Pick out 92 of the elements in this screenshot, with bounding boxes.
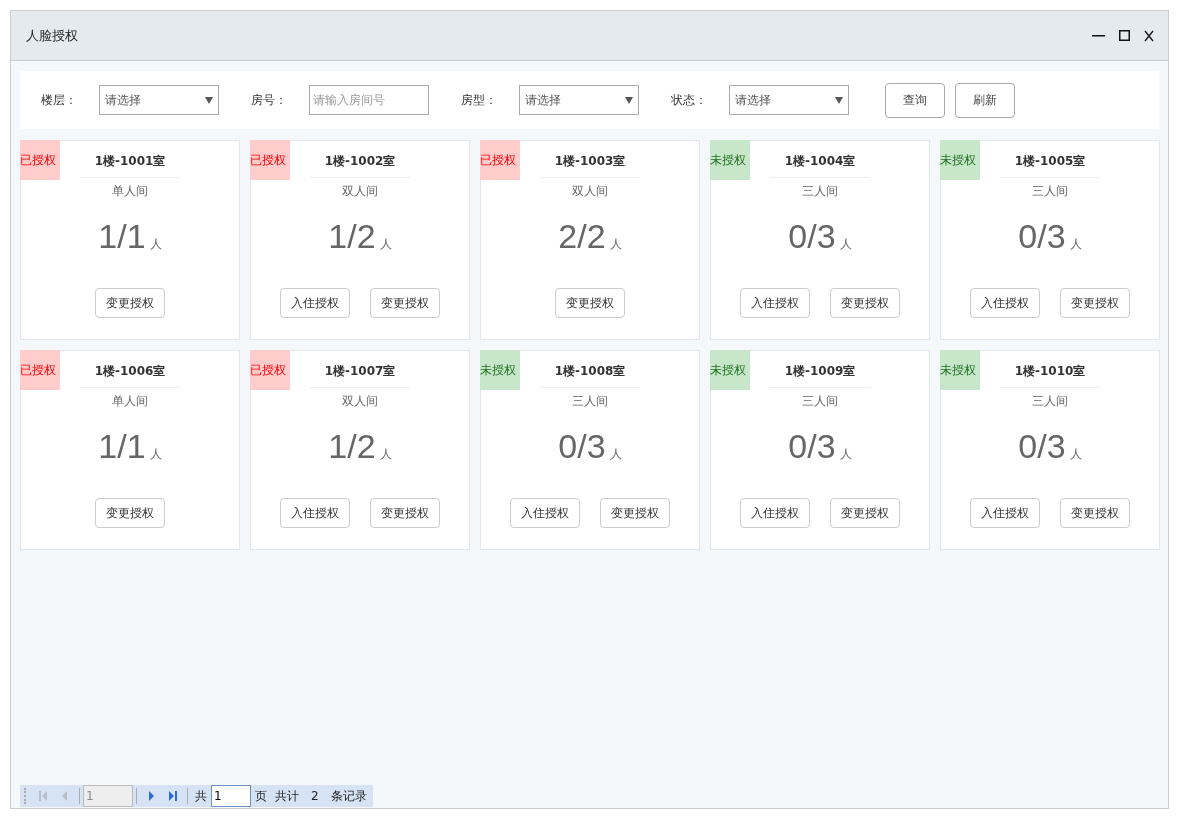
authorize-button[interactable]: 入住授权 (510, 498, 580, 528)
caret-icon (205, 96, 213, 104)
window-title: 人脸授权 (26, 26, 79, 45)
occupancy-count: 0/3 (1018, 217, 1066, 256)
filter-label: 房号： (251, 91, 288, 109)
filter-label: 楼层： (41, 91, 78, 109)
filter-label: 房型： (461, 91, 498, 109)
status-tag: 未授权 (940, 350, 980, 390)
authorize-button[interactable]: 变更授权 (95, 288, 165, 318)
room-name: 1楼-1005室 (1000, 151, 1100, 178)
occupancy-count: 1/2 (328, 217, 376, 256)
occupancy-count: 0/3 (1018, 427, 1066, 466)
maximize-icon[interactable] (1119, 30, 1130, 41)
occupancy-unit: 人 (149, 446, 162, 463)
occupancy-count: 1/2 (328, 427, 376, 466)
filter-label: 状态： (671, 91, 708, 109)
status-tag: 已授权 (250, 350, 290, 390)
room-type: 三人间 (1032, 183, 1068, 199)
room-name: 1楼-1004室 (770, 151, 870, 178)
authorize-button[interactable]: 入住授权 (740, 498, 810, 528)
authorize-button[interactable]: 变更授权 (600, 498, 670, 528)
status-tag: 已授权 (480, 140, 520, 180)
occupancy-unit: 人 (609, 446, 622, 463)
authorize-button[interactable]: 变更授权 (1060, 288, 1130, 318)
room-type: 双人间 (342, 393, 378, 409)
occupancy-unit: 人 (379, 446, 392, 463)
authorize-button[interactable]: 变更授权 (95, 498, 165, 528)
occupancy-unit: 人 (839, 236, 852, 253)
occupancy-unit: 人 (1069, 446, 1082, 463)
occupancy-count: 0/3 (788, 427, 836, 466)
authorize-button[interactable]: 变更授权 (555, 288, 625, 318)
filter-button[interactable]: 查询 (885, 82, 945, 118)
room-name: 1楼-1002室 (310, 151, 410, 178)
occupancy-count: 0/3 (558, 427, 606, 466)
room-name: 1楼-1008室 (540, 361, 640, 388)
status-tag: 未授权 (480, 350, 520, 390)
status-tag: 未授权 (710, 140, 750, 180)
occupancy-unit: 人 (839, 446, 852, 463)
pager-text: 条记录 (330, 787, 367, 805)
status-tag: 未授权 (710, 350, 750, 390)
pager-text: 页 (255, 787, 267, 805)
room-type: 三人间 (1032, 393, 1068, 409)
filter-button[interactable]: 刷新 (955, 82, 1015, 118)
select-field[interactable]: 请选择 (519, 85, 639, 115)
authorize-button[interactable]: 入住授权 (970, 288, 1040, 318)
room-type: 单人间 (112, 183, 148, 199)
caret-icon (625, 96, 633, 104)
room-type: 三人间 (802, 393, 838, 409)
minimize-icon[interactable] (1092, 34, 1105, 37)
occupancy-count: 2/2 (558, 217, 606, 256)
occupancy-unit: 人 (149, 236, 162, 253)
occupancy-count: 1/1 (98, 217, 146, 256)
occupancy-count: 0/3 (788, 217, 836, 256)
room-type: 单人间 (112, 393, 148, 409)
status-tag: 已授权 (250, 140, 290, 180)
authorize-button[interactable]: 入住授权 (280, 288, 350, 318)
last-page-icon[interactable] (168, 790, 178, 802)
room-number-field[interactable]: 请输入房间号 (309, 85, 429, 115)
occupancy-unit: 人 (1069, 236, 1082, 253)
authorize-button[interactable]: 变更授权 (1060, 498, 1130, 528)
authorize-button[interactable]: 变更授权 (370, 498, 440, 528)
pager-text: 共 (195, 787, 207, 805)
room-name: 1楼-1006室 (80, 361, 180, 388)
authorize-button[interactable]: 变更授权 (370, 288, 440, 318)
room-name: 1楼-1003室 (540, 151, 640, 178)
status-tag: 已授权 (20, 350, 60, 390)
authorize-button[interactable]: 变更授权 (830, 498, 900, 528)
select-field[interactable]: 请选择 (99, 85, 219, 115)
occupancy-unit: 人 (379, 236, 392, 253)
room-type: 三人间 (572, 393, 608, 409)
close-icon[interactable] (1144, 29, 1154, 42)
occupancy-unit: 人 (609, 236, 622, 253)
authorize-button[interactable]: 入住授权 (970, 498, 1040, 528)
room-name: 1楼-1001室 (80, 151, 180, 178)
occupancy-count: 1/1 (98, 427, 146, 466)
authorize-button[interactable]: 入住授权 (280, 498, 350, 528)
pager-text: 共计 (275, 787, 299, 805)
room-name: 1楼-1009室 (770, 361, 870, 388)
room-name: 1楼-1007室 (310, 361, 410, 388)
record-count: 2 (311, 789, 319, 803)
room-type: 三人间 (802, 183, 838, 199)
next-page-icon[interactable] (146, 790, 156, 802)
select-field[interactable]: 请选择 (729, 85, 849, 115)
total-pages-field[interactable]: 1 (211, 785, 251, 807)
room-type: 双人间 (342, 183, 378, 199)
status-tag: 未授权 (940, 140, 980, 180)
room-type: 双人间 (572, 183, 608, 199)
caret-icon (835, 96, 843, 104)
status-tag: 已授权 (20, 140, 60, 180)
authorize-button[interactable]: 变更授权 (830, 288, 900, 318)
room-name: 1楼-1010室 (1000, 361, 1100, 388)
authorize-button[interactable]: 入住授权 (740, 288, 810, 318)
